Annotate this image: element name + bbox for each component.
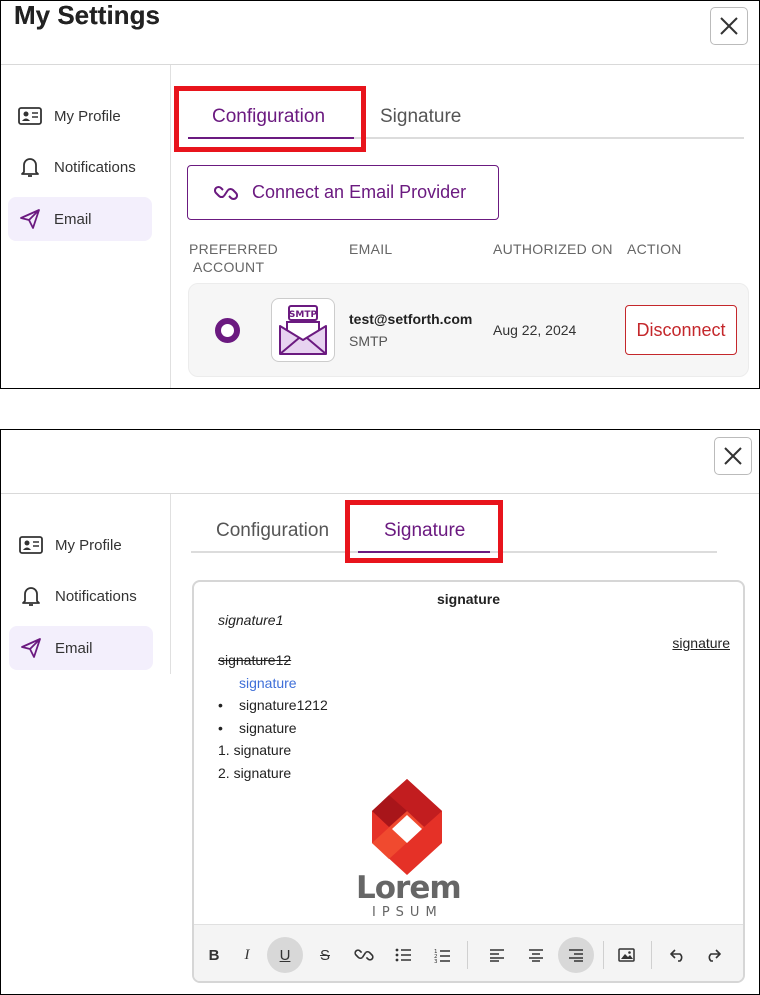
column-header-line: PREFERRED [189,241,279,257]
bold-button[interactable]: B [196,937,232,973]
connect-label: Connect an Email Provider [252,182,467,202]
header-divider [1,493,759,494]
bullet-list-icon [395,948,411,962]
close-icon [724,447,742,465]
bullet-item-text: signature [239,720,297,736]
highlight-box [174,86,366,152]
italic-button[interactable]: I [229,937,265,973]
bullet-item: • signature [218,720,297,736]
align-left-icon [490,949,504,962]
sidebar-item-my-profile[interactable]: My Profile [8,94,152,138]
smtp-provider-logo: SMTP [271,298,335,362]
sidebar-item-my-profile[interactable]: My Profile [9,523,153,567]
signature-italic-line: signature1 [218,612,284,628]
bullet-item-text: signature1212 [239,697,328,713]
account-type: SMTP [349,333,388,349]
header-divider [1,64,759,65]
send-icon [18,207,42,231]
tab-signature[interactable]: Signature [380,106,461,128]
signature-strike-line: signature12 [218,652,292,668]
strikethrough-button[interactable]: S [307,937,343,973]
numbered-item: 1. signature [218,742,292,758]
sidebar-item-email[interactable]: Email [9,626,153,670]
sidebar-divider [170,65,171,388]
signature-editor[interactable]: signature signature1 signature signature… [192,580,745,983]
bell-icon [18,155,42,179]
sidebar-item-label: My Profile [54,107,121,125]
sidebar-divider [170,494,171,674]
link-icon [214,183,238,203]
redo-icon [708,949,721,962]
logo-subtitle: IPSUM [372,905,443,920]
sidebar-item-notifications[interactable]: Notifications [9,574,153,618]
redo-button[interactable] [695,937,731,973]
toolbar-separator [651,941,652,969]
sidebar-item-label: Email [54,210,92,228]
underline-button[interactable]: U [267,937,303,973]
undo-icon [670,949,683,962]
column-header-email: EMAIL [349,241,393,257]
connect-email-provider-button[interactable]: Connect an Email Provider [187,165,499,220]
lorem-logo-mark [372,779,442,875]
sidebar-item-email[interactable]: Email [8,197,152,241]
signature-blue-line: signature [239,675,297,691]
toolbar-separator [603,941,604,969]
image-icon [617,948,635,962]
sidebar-item-label: My Profile [55,536,122,554]
sidebar-item-label: Notifications [54,158,136,176]
column-header-authorized: AUTHORIZED ON [493,241,613,257]
sidebar-item-label: Email [55,639,93,657]
link-button[interactable] [346,937,382,973]
disconnect-button[interactable]: Disconnect [625,305,737,355]
send-icon [19,636,43,660]
authorized-date: Aug 22, 2024 [493,322,577,338]
page-title: My Settings [14,0,160,30]
highlight-box [345,500,503,563]
account-email: test@setforth.com [349,311,473,327]
undo-button[interactable] [660,937,696,973]
column-header-line: ACCOUNT [193,259,265,275]
close-icon [720,17,738,35]
numbered-list-icon: 123 [434,949,450,963]
close-button[interactable] [710,7,748,45]
signature-right-aligned-link[interactable]: signature [672,635,730,651]
close-button[interactable] [714,437,752,475]
sidebar-item-notifications[interactable]: Notifications [8,145,152,189]
bullet-list-button[interactable] [385,937,421,973]
tab-configuration[interactable]: Configuration [216,520,329,542]
mail-icon: SMTP [279,305,327,355]
editor-toolbar: B I U S 123 [194,924,743,981]
column-header-action: ACTION [627,241,682,257]
logo-wordmark: Lorem [356,870,462,906]
preferred-account-radio[interactable] [215,318,240,343]
toolbar-separator [467,941,468,969]
align-right-button[interactable] [558,937,594,973]
bullet-item: • signature1212 [218,697,328,713]
id-card-icon [18,104,42,128]
id-card-icon [19,533,43,557]
sidebar-item-label: Notifications [55,587,137,605]
align-left-button[interactable] [479,937,515,973]
column-header-preferred: PREFERRED ACCOUNT [189,240,278,276]
numbered-item: 2. signature [218,765,292,781]
smtp-badge-text: SMTP [289,310,318,320]
bell-icon [19,584,43,608]
align-right-icon [569,949,583,962]
align-center-button[interactable] [518,937,554,973]
align-center-icon [529,949,543,962]
numbered-list-button[interactable]: 123 [424,937,460,973]
signature-heading: signature [436,591,500,607]
insert-image-button[interactable] [608,937,644,973]
link-icon [354,949,374,961]
svg-text:3: 3 [434,959,438,963]
